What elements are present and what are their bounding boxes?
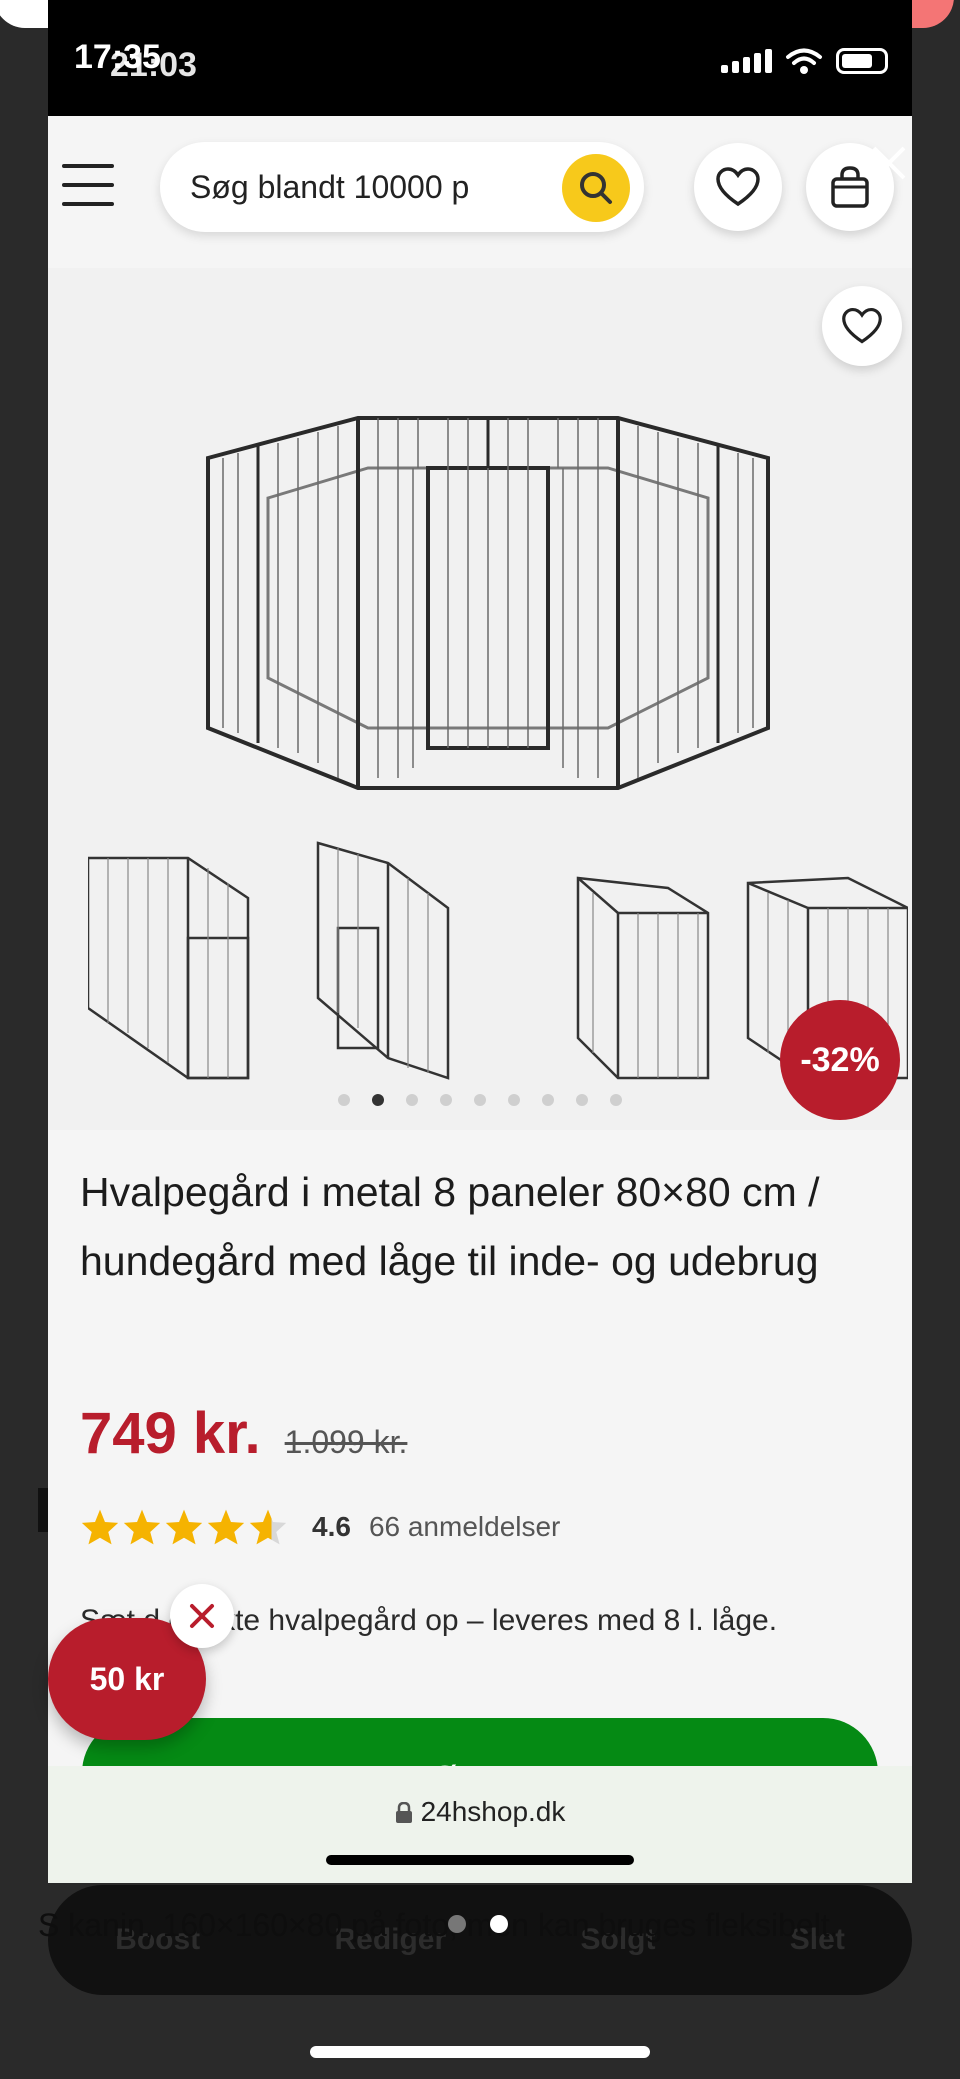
- gallery-dot[interactable]: [474, 1094, 486, 1106]
- site-header: [48, 116, 912, 262]
- rating-row[interactable]: 4.6 66 anmeldelser: [80, 1508, 560, 1546]
- gallery-dot[interactable]: [576, 1094, 588, 1106]
- page-dot[interactable]: [490, 1915, 508, 1933]
- home-indicator: [310, 2046, 650, 2058]
- close-icon[interactable]: [170, 1584, 234, 1648]
- status-bar: 17:35 21:03: [48, 0, 912, 116]
- star-icon: [81, 1509, 119, 1545]
- gallery-dot[interactable]: [406, 1094, 418, 1106]
- gallery-dot[interactable]: [372, 1094, 384, 1106]
- star-icon: [123, 1509, 161, 1545]
- search-bar[interactable]: [160, 142, 644, 232]
- star-rating: [80, 1508, 288, 1546]
- phone-home-indicator: [326, 1855, 634, 1865]
- status-time-overlay: 21:03: [110, 46, 197, 84]
- browser-address-bar[interactable]: 24hshop.dk: [48, 1766, 912, 1883]
- wishlist-heart-icon[interactable]: [694, 143, 782, 231]
- product-main-image: [206, 416, 770, 790]
- page-dot[interactable]: [448, 1915, 466, 1933]
- close-icon[interactable]: [864, 138, 912, 186]
- wifi-icon: [786, 48, 822, 74]
- url-text: 24hshop.dk: [420, 1796, 566, 1827]
- star-icon: [207, 1509, 245, 1545]
- review-count-link[interactable]: 66 anmeldelser: [369, 1511, 560, 1543]
- address-url[interactable]: 24hshop.dk: [48, 1796, 912, 1828]
- discount-badge: -32%: [780, 1000, 900, 1120]
- original-price: 1.099 kr.: [284, 1424, 408, 1460]
- product-title: Hvalpegård i metal 8 paneler 80×80 cm / …: [80, 1169, 820, 1284]
- star-icon: [165, 1509, 203, 1545]
- gallery-pagination[interactable]: [338, 1094, 622, 1106]
- status-icons: [721, 46, 888, 76]
- lock-icon: [395, 1801, 412, 1823]
- screen-pagination[interactable]: [448, 1915, 508, 1933]
- product-image-gallery[interactable]: -32%: [48, 268, 912, 1130]
- search-input[interactable]: [190, 164, 500, 210]
- gallery-dot[interactable]: [338, 1094, 350, 1106]
- hamburger-menu-icon[interactable]: [62, 164, 114, 206]
- gallery-dot[interactable]: [610, 1094, 622, 1106]
- favorite-heart-icon[interactable]: [822, 286, 902, 366]
- search-icon[interactable]: [562, 154, 630, 222]
- price-row: 749 kr. 1.099 kr.: [80, 1400, 407, 1467]
- signal-icon: [721, 49, 772, 73]
- battery-icon: [836, 48, 888, 74]
- rating-value: 4.6: [312, 1511, 351, 1542]
- star-icon: [249, 1509, 287, 1545]
- gallery-dot[interactable]: [508, 1094, 520, 1106]
- current-price: 749 kr.: [80, 1401, 261, 1466]
- gallery-dot[interactable]: [542, 1094, 554, 1106]
- gallery-dot[interactable]: [440, 1094, 452, 1106]
